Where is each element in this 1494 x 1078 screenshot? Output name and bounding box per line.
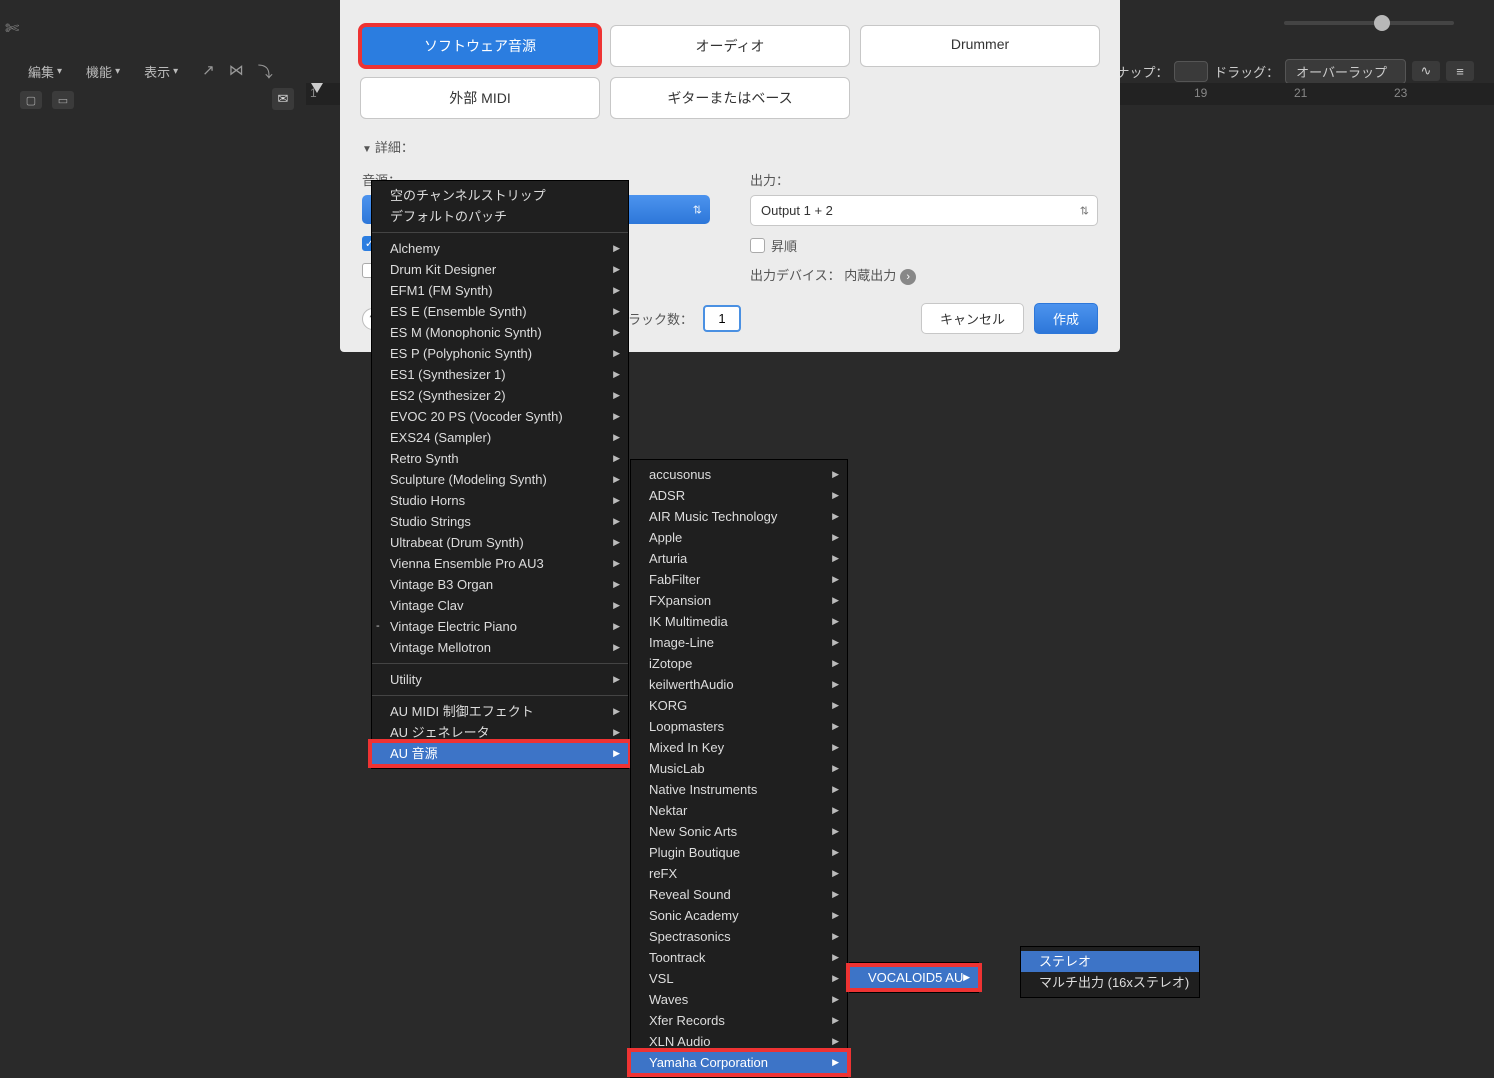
manufacturer-menu: accusonus ADSR AIR Music Technology Appl… <box>630 459 848 1078</box>
ruler-tick: 23 <box>1394 86 1407 100</box>
mi-loopmasters[interactable]: Loopmasters <box>631 716 847 737</box>
seg-drummer[interactable]: Drummer <box>860 25 1100 67</box>
mi-vienna[interactable]: Vienna Ensemble Pro AU3 <box>372 553 628 574</box>
mi-accusonus[interactable]: accusonus <box>631 464 847 485</box>
snap-select[interactable] <box>1174 61 1208 82</box>
cancel-button[interactable]: キャンセル <box>921 303 1024 334</box>
mi-fxpansion[interactable]: FXpansion <box>631 590 847 611</box>
create-button[interactable]: 作成 <box>1034 303 1098 334</box>
mi-vsl[interactable]: VSL <box>631 968 847 989</box>
track-count-input[interactable] <box>703 305 741 332</box>
scissors-icon: ✄ <box>5 19 19 39</box>
drag-label: ドラッグ： <box>1214 62 1279 81</box>
flex-icon[interactable]: ⋈ <box>229 61 244 82</box>
mi-au-instrument[interactable]: AU 音源 <box>372 743 628 764</box>
instrument-menu: 空のチャンネルストリップ デフォルトのパッチ Alchemy Drum Kit … <box>371 180 629 769</box>
mi-clav[interactable]: Vintage Clav <box>372 595 628 616</box>
output-device-value: 内蔵出力 <box>844 268 896 283</box>
mi-stereo[interactable]: ステレオ <box>1021 951 1199 972</box>
waveform-icon[interactable]: ∿ <box>1412 61 1440 81</box>
mi-mixedinkey[interactable]: Mixed In Key <box>631 737 847 758</box>
display-menu[interactable]: 表示▾ <box>136 60 186 83</box>
mi-exs24[interactable]: EXS24 (Sampler) <box>372 427 628 448</box>
mi-fabfilter[interactable]: FabFilter <box>631 569 847 590</box>
ascending-checkbox[interactable] <box>750 238 765 253</box>
ascending-label: 昇順 <box>771 236 797 255</box>
mi-korg[interactable]: KORG <box>631 695 847 716</box>
mi-musiclab[interactable]: MusicLab <box>631 758 847 779</box>
mi-mellotron[interactable]: Vintage Mellotron <box>372 637 628 658</box>
seg-audio[interactable]: オーディオ <box>610 25 850 67</box>
zoom-slider[interactable] <box>1284 15 1454 31</box>
catch-icon[interactable]: ⤵︎ <box>258 61 273 82</box>
mi-au-gen[interactable]: AU ジェネレータ <box>372 722 628 743</box>
output-device-label: 出力デバイス： <box>750 268 841 283</box>
mi-vep[interactable]: -Vintage Electric Piano <box>372 616 628 637</box>
mi-esm[interactable]: ES M (Monophonic Synth) <box>372 322 628 343</box>
mi-multi[interactable]: マルチ出力 (16xステレオ) <box>1021 972 1199 993</box>
output-select[interactable]: Output 1 + 2⇅ <box>750 195 1098 226</box>
playhead-icon[interactable] <box>311 83 323 95</box>
mi-ni[interactable]: Native Instruments <box>631 779 847 800</box>
marker-toggle[interactable]: ▢ <box>20 91 42 109</box>
mi-xln[interactable]: XLN Audio <box>631 1031 847 1052</box>
mi-spectrasonics[interactable]: Spectrasonics <box>631 926 847 947</box>
mi-vocaloid5[interactable]: VOCALOID5 AU <box>850 967 978 988</box>
output-device-go-icon[interactable]: › <box>900 269 916 285</box>
mi-default-patch[interactable]: デフォルトのパッチ <box>372 206 628 227</box>
mi-drumkit[interactable]: Drum Kit Designer <box>372 259 628 280</box>
mail-icon[interactable]: ✉ <box>272 88 294 110</box>
mi-b3[interactable]: Vintage B3 Organ <box>372 574 628 595</box>
mi-revealsound[interactable]: Reveal Sound <box>631 884 847 905</box>
mi-retro[interactable]: Retro Synth <box>372 448 628 469</box>
automation-icon[interactable]: ↗ <box>202 61 215 82</box>
mi-pluginboutique[interactable]: Plugin Boutique <box>631 842 847 863</box>
mi-apple[interactable]: Apple <box>631 527 847 548</box>
ruler-tick: 21 <box>1294 86 1307 100</box>
ruler-tick: 19 <box>1194 86 1207 100</box>
detail-disclosure[interactable]: ▼詳細： <box>340 129 1120 156</box>
mi-au-midi[interactable]: AU MIDI 制御エフェクト <box>372 701 628 722</box>
seg-guitar-bass[interactable]: ギターまたはベース <box>610 77 850 119</box>
mi-adsr[interactable]: ADSR <box>631 485 847 506</box>
mi-arturia[interactable]: Arturia <box>631 548 847 569</box>
mi-sculpture[interactable]: Sculpture (Modeling Synth) <box>372 469 628 490</box>
mi-keilwerth[interactable]: keilwerthAudio <box>631 674 847 695</box>
output-type-menu: ステレオ マルチ出力 (16xステレオ) <box>1020 946 1200 998</box>
seg-software-instrument[interactable]: ソフトウェア音源 <box>360 25 600 67</box>
mi-refx[interactable]: reFX <box>631 863 847 884</box>
mi-nektar[interactable]: Nektar <box>631 800 847 821</box>
mi-xfer[interactable]: Xfer Records <box>631 1010 847 1031</box>
function-menu[interactable]: 機能▾ <box>78 60 128 83</box>
plugin-menu: VOCALOID5 AU <box>849 962 979 993</box>
mi-es2[interactable]: ES2 (Synthesizer 2) <box>372 385 628 406</box>
mi-evoc[interactable]: EVOC 20 PS (Vocoder Synth) <box>372 406 628 427</box>
edit-menu[interactable]: 編集▾ <box>20 60 70 83</box>
mi-newsonic[interactable]: New Sonic Arts <box>631 821 847 842</box>
mi-horns[interactable]: Studio Horns <box>372 490 628 511</box>
mi-ese[interactable]: ES E (Ensemble Synth) <box>372 301 628 322</box>
mi-ik[interactable]: IK Multimedia <box>631 611 847 632</box>
mi-es1[interactable]: ES1 (Synthesizer 1) <box>372 364 628 385</box>
mi-imageline[interactable]: Image-Line <box>631 632 847 653</box>
mi-ultrabeat[interactable]: Ultrabeat (Drum Synth) <box>372 532 628 553</box>
mi-strings[interactable]: Studio Strings <box>372 511 628 532</box>
mi-efm1[interactable]: EFM1 (FM Synth) <box>372 280 628 301</box>
mi-air[interactable]: AIR Music Technology <box>631 506 847 527</box>
drag-select[interactable]: オーバーラップ <box>1285 59 1406 84</box>
scale-icon[interactable]: ≡ <box>1446 61 1474 81</box>
region-toggle[interactable]: ▭ <box>52 91 74 109</box>
mi-esp[interactable]: ES P (Polyphonic Synth) <box>372 343 628 364</box>
mi-utility[interactable]: Utility <box>372 669 628 690</box>
seg-external-midi[interactable]: 外部 MIDI <box>360 77 600 119</box>
output-label: 出力： <box>750 170 1098 189</box>
mi-izotope[interactable]: iZotope <box>631 653 847 674</box>
mi-sonicacademy[interactable]: Sonic Academy <box>631 905 847 926</box>
mi-toontrack[interactable]: Toontrack <box>631 947 847 968</box>
mi-alchemy[interactable]: Alchemy <box>372 238 628 259</box>
mi-yamaha[interactable]: Yamaha Corporation <box>631 1052 847 1073</box>
mi-open-channel[interactable]: 空のチャンネルストリップ <box>372 185 628 206</box>
